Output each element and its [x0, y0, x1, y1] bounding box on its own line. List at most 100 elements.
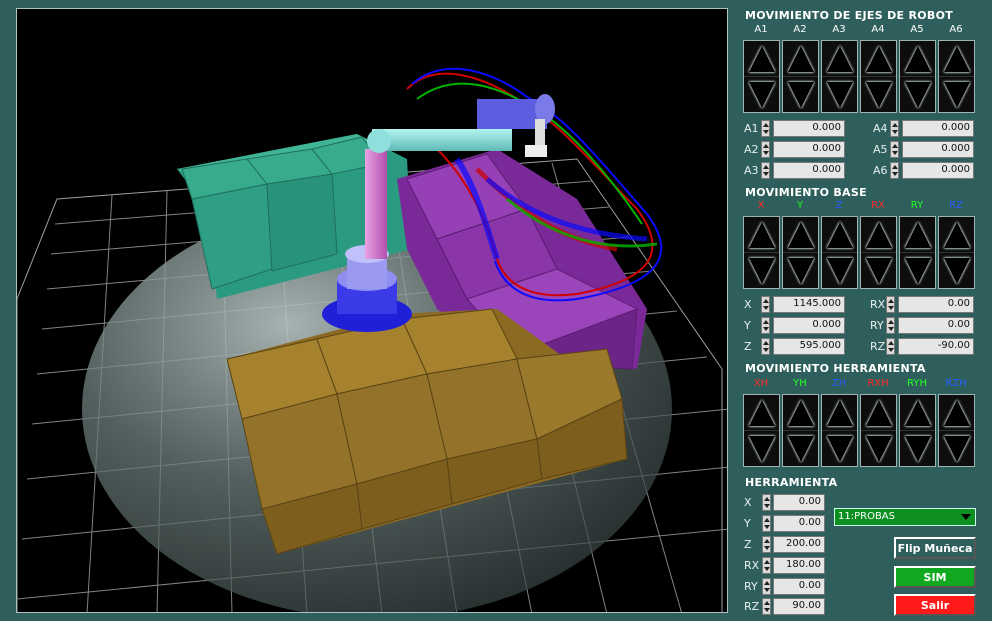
tool_move-decrease-button-3[interactable]	[861, 431, 896, 466]
base-value-field-0[interactable]: 1145.000	[773, 296, 845, 313]
robot_axes-decrease-button-5[interactable]	[939, 77, 974, 112]
spin-down-icon[interactable]	[892, 172, 898, 176]
tool_move-increase-button-4[interactable]	[900, 395, 935, 431]
tool-value-field-4[interactable]: 0.00	[773, 578, 825, 595]
base-value-field-3[interactable]: 0.00	[898, 296, 974, 313]
spin-down-icon[interactable]	[764, 608, 770, 612]
tool_move-increase-button-2[interactable]	[822, 395, 857, 431]
base-spinner-1[interactable]	[761, 317, 770, 334]
tool_move-decrease-button-0[interactable]	[744, 431, 779, 466]
robot_axes-spinner-1[interactable]	[761, 141, 770, 158]
robot_axes-spinner-2[interactable]	[761, 162, 770, 179]
spin-up-icon[interactable]	[764, 518, 770, 522]
robot_axes-increase-button-1[interactable]	[783, 41, 818, 77]
base-increase-button-4[interactable]	[900, 217, 935, 253]
robot_axes-increase-button-2[interactable]	[822, 41, 857, 77]
tool-spinner-1[interactable]	[762, 515, 771, 532]
spin-down-icon[interactable]	[763, 348, 769, 352]
robot_axes-value-field-3[interactable]: 0.000	[902, 120, 974, 137]
3d-viewport[interactable]	[16, 8, 728, 613]
robot_axes-decrease-button-4[interactable]	[900, 77, 935, 112]
tool-value-field-1[interactable]: 0.00	[773, 515, 825, 532]
spin-up-icon[interactable]	[764, 497, 770, 501]
robot_axes-increase-button-5[interactable]	[939, 41, 974, 77]
base-decrease-button-1[interactable]	[783, 253, 818, 288]
flip-wrist-button[interactable]: Flip Muñeca	[894, 537, 976, 559]
spin-down-icon[interactable]	[764, 525, 770, 529]
robot_axes-decrease-button-0[interactable]	[744, 77, 779, 112]
base-increase-button-1[interactable]	[783, 217, 818, 253]
robot_axes-spinner-3[interactable]	[890, 120, 899, 137]
spin-up-icon[interactable]	[763, 123, 769, 127]
spin-up-icon[interactable]	[763, 144, 769, 148]
tool_move-increase-button-1[interactable]	[783, 395, 818, 431]
base-spinner-2[interactable]	[761, 338, 770, 355]
spin-up-icon[interactable]	[763, 341, 769, 345]
robot_axes-value-field-4[interactable]: 0.000	[902, 141, 974, 158]
robot_axes-spinner-5[interactable]	[890, 162, 899, 179]
base-value-field-2[interactable]: 595.000	[773, 338, 845, 355]
base-value-field-5[interactable]: -90.00	[898, 338, 974, 355]
base-increase-button-5[interactable]	[939, 217, 974, 253]
tool-spinner-0[interactable]	[762, 494, 771, 511]
spin-down-icon[interactable]	[763, 130, 769, 134]
tool-value-field-5[interactable]: 90.00	[773, 598, 825, 615]
robot_axes-decrease-button-2[interactable]	[822, 77, 857, 112]
base-decrease-button-4[interactable]	[900, 253, 935, 288]
spin-up-icon[interactable]	[763, 165, 769, 169]
robot_axes-decrease-button-3[interactable]	[861, 77, 896, 112]
spin-down-icon[interactable]	[763, 327, 769, 331]
robot_axes-decrease-button-1[interactable]	[783, 77, 818, 112]
base-value-field-4[interactable]: 0.00	[898, 317, 974, 334]
tool_move-increase-button-0[interactable]	[744, 395, 779, 431]
base-value-field-1[interactable]: 0.000	[773, 317, 845, 334]
base-decrease-button-0[interactable]	[744, 253, 779, 288]
spin-down-icon[interactable]	[763, 306, 769, 310]
base-decrease-button-5[interactable]	[939, 253, 974, 288]
tool-spinner-5[interactable]	[762, 598, 771, 615]
spin-up-icon[interactable]	[763, 299, 769, 303]
spin-down-icon[interactable]	[892, 130, 898, 134]
spin-up-icon[interactable]	[764, 539, 770, 543]
tool_move-decrease-button-2[interactable]	[822, 431, 857, 466]
robot_axes-value-field-0[interactable]: 0.000	[773, 120, 845, 137]
spin-up-icon[interactable]	[764, 601, 770, 605]
tool-spinner-3[interactable]	[762, 557, 771, 574]
base-decrease-button-3[interactable]	[861, 253, 896, 288]
spin-down-icon[interactable]	[764, 504, 770, 508]
spin-down-icon[interactable]	[892, 151, 898, 155]
base-spinner-0[interactable]	[761, 296, 770, 313]
robot_axes-spinner-4[interactable]	[890, 141, 899, 158]
spin-up-icon[interactable]	[892, 123, 898, 127]
robot_axes-spinner-0[interactable]	[761, 120, 770, 137]
base-increase-button-3[interactable]	[861, 217, 896, 253]
spin-up-icon[interactable]	[892, 165, 898, 169]
base-decrease-button-2[interactable]	[822, 253, 857, 288]
robot_axes-increase-button-3[interactable]	[861, 41, 896, 77]
base-spinner-5[interactable]	[886, 338, 895, 355]
spin-down-icon[interactable]	[888, 306, 894, 310]
tool-value-field-0[interactable]: 0.00	[773, 494, 825, 511]
robot_axes-increase-button-4[interactable]	[900, 41, 935, 77]
tool_move-decrease-button-4[interactable]	[900, 431, 935, 466]
spin-up-icon[interactable]	[764, 581, 770, 585]
tool_move-increase-button-5[interactable]	[939, 395, 974, 431]
spin-up-icon[interactable]	[888, 299, 894, 303]
base-spinner-3[interactable]	[886, 296, 895, 313]
tool-value-field-2[interactable]: 200.00	[773, 536, 825, 553]
spin-down-icon[interactable]	[763, 151, 769, 155]
tool-spinner-4[interactable]	[762, 578, 771, 595]
tool_move-decrease-button-1[interactable]	[783, 431, 818, 466]
tool-spinner-2[interactable]	[762, 536, 771, 553]
base-increase-button-2[interactable]	[822, 217, 857, 253]
spin-down-icon[interactable]	[888, 327, 894, 331]
spin-up-icon[interactable]	[764, 560, 770, 564]
tool_move-decrease-button-5[interactable]	[939, 431, 974, 466]
exit-button[interactable]: Salir	[894, 594, 976, 616]
tool_move-increase-button-3[interactable]	[861, 395, 896, 431]
base-increase-button-0[interactable]	[744, 217, 779, 253]
spin-down-icon[interactable]	[764, 588, 770, 592]
spin-up-icon[interactable]	[888, 320, 894, 324]
spin-down-icon[interactable]	[764, 567, 770, 571]
robot_axes-value-field-2[interactable]: 0.000	[773, 162, 845, 179]
